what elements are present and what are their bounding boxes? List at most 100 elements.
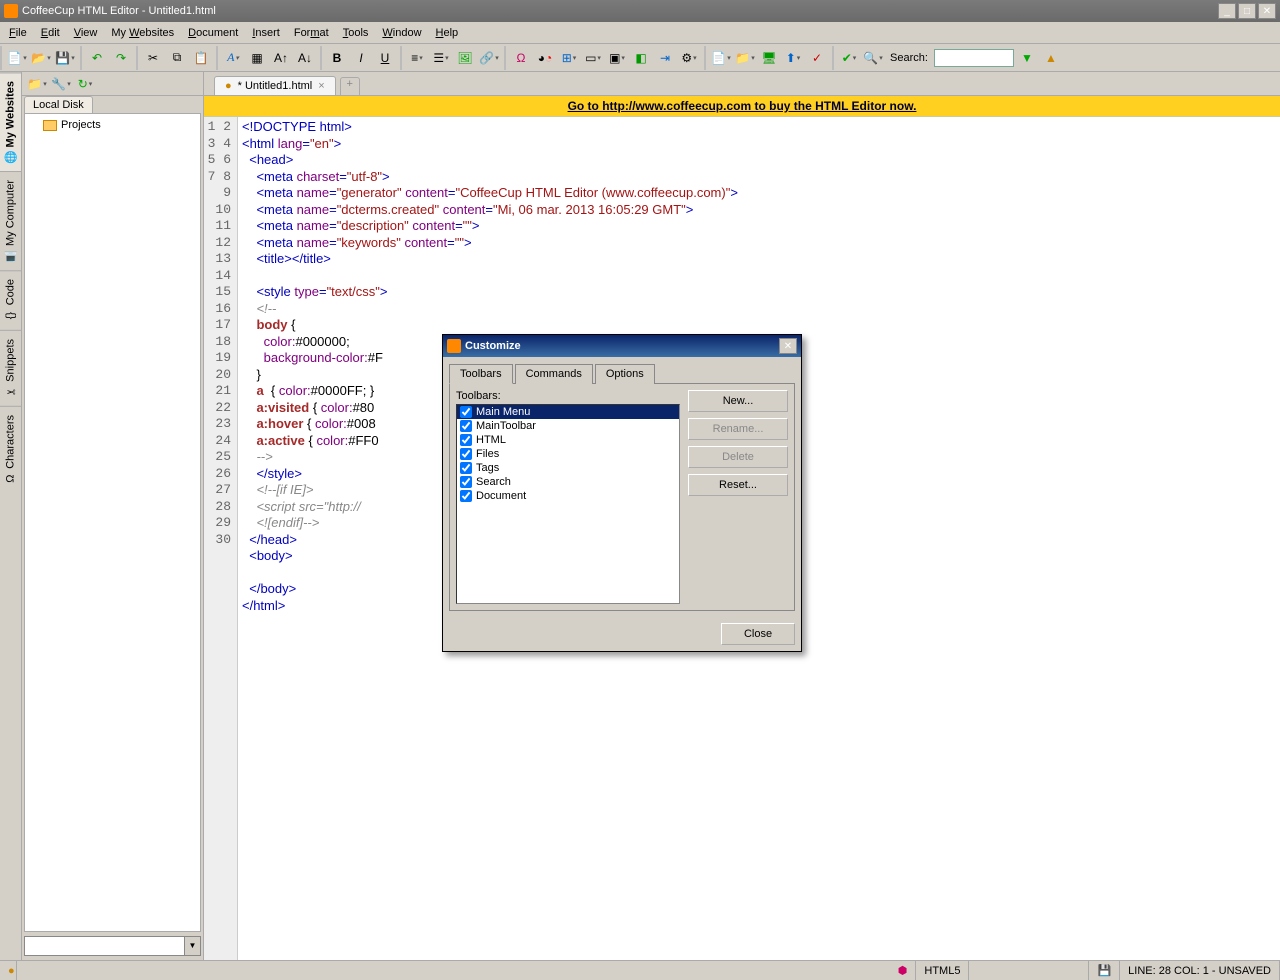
side-tab-my-computer[interactable]: 💻My Computer <box>0 171 21 270</box>
undo-button[interactable]: ↶ <box>86 47 108 69</box>
toolbar-checkbox[interactable] <box>460 462 472 474</box>
folder-icon <box>43 120 57 131</box>
trial-banner[interactable]: Go to http://www.coffeecup.com to buy th… <box>204 96 1280 117</box>
new-file-button[interactable]: 📄 <box>6 47 28 69</box>
side-tab-snippets[interactable]: ✂Snippets <box>0 330 21 406</box>
toolbar-item-html[interactable]: HTML <box>457 433 679 447</box>
close-dialog-button[interactable]: Close <box>721 623 795 645</box>
file-icon: ● <box>225 80 232 92</box>
bold-button[interactable]: B <box>326 47 348 69</box>
folder-button[interactable]: 📁 <box>734 47 756 69</box>
colorwheel-button[interactable]: ◕◔ <box>534 47 556 69</box>
menu-window[interactable]: Window <box>375 25 428 41</box>
decrease-font-button[interactable]: A↓ <box>294 47 316 69</box>
menu-tools[interactable]: Tools <box>336 25 376 41</box>
toolbar-checkbox[interactable] <box>460 448 472 460</box>
close-tab-button[interactable]: × <box>318 80 324 92</box>
symbol-button[interactable]: Ω <box>510 47 532 69</box>
cut-button[interactable]: ✂ <box>142 47 164 69</box>
panel-tab-local-disk[interactable]: Local Disk <box>24 96 93 113</box>
form-button[interactable]: ▭ <box>582 47 604 69</box>
toolbar-item-document[interactable]: Document <box>457 489 679 503</box>
redo-button[interactable]: ↷ <box>110 47 132 69</box>
status-position: LINE: 28 COL: 1 - UNSAVED <box>1120 961 1280 980</box>
settings-button[interactable]: ⚙ <box>678 47 700 69</box>
maximize-button[interactable]: □ <box>1238 3 1256 19</box>
toolbar-checkbox[interactable] <box>460 420 472 432</box>
dialog-tab-toolbars[interactable]: Toolbars <box>449 364 513 384</box>
panel-combo[interactable]: ▼ <box>24 936 201 956</box>
dialog-tab-commands[interactable]: Commands <box>515 364 593 384</box>
underline-button[interactable]: U <box>374 47 396 69</box>
side-tab-code[interactable]: {}Code <box>0 270 21 329</box>
toolbar-checkbox[interactable] <box>460 476 472 488</box>
color-button[interactable]: ▦ <box>246 47 268 69</box>
toolbar-item-files[interactable]: Files <box>457 447 679 461</box>
menu-my-websites[interactable]: My Websites <box>104 25 181 41</box>
paste-button[interactable]: 📋 <box>190 47 212 69</box>
chevron-down-icon[interactable]: ▼ <box>185 936 201 956</box>
toolbar-item-search[interactable]: Search <box>457 475 679 489</box>
menu-view[interactable]: View <box>67 25 105 41</box>
italic-button[interactable]: I <box>350 47 372 69</box>
toolbar-checkbox[interactable] <box>460 406 472 418</box>
image-button[interactable]: 🖼 <box>454 47 476 69</box>
toolbar-item-main-menu[interactable]: Main Menu <box>457 405 679 419</box>
status-doctype-icon: ⬢ <box>890 961 917 980</box>
new-tab-button[interactable]: + <box>340 77 360 95</box>
check-button[interactable]: ✔ <box>838 47 860 69</box>
rename-toolbar-button[interactable]: Rename... <box>688 418 788 440</box>
project-tree[interactable]: Projects <box>24 113 201 932</box>
panel-tool-button[interactable]: 🔧 <box>50 73 72 95</box>
browser-preview-button[interactable]: 🖥 <box>758 47 780 69</box>
menu-edit[interactable]: Edit <box>34 25 67 41</box>
menu-document[interactable]: Document <box>181 25 245 41</box>
open-file-button[interactable]: 📂 <box>30 47 52 69</box>
delete-toolbar-button[interactable]: Delete <box>688 446 788 468</box>
comment-button[interactable]: ◧ <box>630 47 652 69</box>
copy-button[interactable]: ⧉ <box>166 47 188 69</box>
list-button[interactable]: ☰ <box>430 47 452 69</box>
link-button[interactable]: 🔗 <box>478 47 500 69</box>
search-prev-button[interactable]: ▲ <box>1040 47 1062 69</box>
tree-item-projects[interactable]: Projects <box>29 118 196 132</box>
new-toolbar-button[interactable]: New... <box>688 390 788 412</box>
minimize-button[interactable]: _ <box>1218 3 1236 19</box>
file-tab[interactable]: ● * Untitled1.html × <box>214 76 336 95</box>
toolbars-listbox[interactable]: Main Menu MainToolbar HTML Files Tags Se… <box>456 404 680 604</box>
side-panel: 📁 🔧 ↻ Local Disk Projects ▼ <box>22 72 204 960</box>
save-file-button[interactable]: 💾 <box>54 47 76 69</box>
dialog-icon <box>447 339 461 353</box>
dialog-tab-options[interactable]: Options <box>595 364 655 384</box>
close-button[interactable]: ✕ <box>1258 3 1276 19</box>
toolbar-item-maintoolbar[interactable]: MainToolbar <box>457 419 679 433</box>
frame-button[interactable]: ▣ <box>606 47 628 69</box>
font-button[interactable]: A <box>222 47 244 69</box>
search-input[interactable] <box>934 49 1014 67</box>
indent-button[interactable]: ⇥ <box>654 47 676 69</box>
reset-toolbar-button[interactable]: Reset... <box>688 474 788 496</box>
preview-doc-button[interactable]: 📄 <box>710 47 732 69</box>
table-button[interactable]: ⊞ <box>558 47 580 69</box>
menu-insert[interactable]: Insert <box>245 25 287 41</box>
align-button[interactable]: ≡ <box>406 47 428 69</box>
menu-help[interactable]: Help <box>429 25 466 41</box>
status-bar: ● ⬢ HTML5 💾 LINE: 28 COL: 1 - UNSAVED <box>0 960 1280 980</box>
panel-refresh-button[interactable]: ↻ <box>74 73 96 95</box>
panel-folder-button[interactable]: 📁 <box>26 73 48 95</box>
menu-format[interactable]: Format <box>287 25 336 41</box>
side-tab-my-websites[interactable]: 🌐My Websites <box>0 72 21 171</box>
toolbar-item-tags[interactable]: Tags <box>457 461 679 475</box>
increase-font-button[interactable]: A↑ <box>270 47 292 69</box>
upload-button[interactable]: ⬆ <box>782 47 804 69</box>
search-button[interactable]: 🔍 <box>862 47 884 69</box>
menu-file[interactable]: File <box>2 25 34 41</box>
dialog-titlebar[interactable]: Customize ✕ <box>443 335 801 357</box>
toolbar-checkbox[interactable] <box>460 434 472 446</box>
validate-button[interactable]: ✓ <box>806 47 828 69</box>
side-tab-characters[interactable]: ΩCharacters <box>0 406 21 493</box>
dialog-close-button[interactable]: ✕ <box>779 338 797 354</box>
search-next-button[interactable]: ▼ <box>1016 47 1038 69</box>
toolbar-checkbox[interactable] <box>460 490 472 502</box>
search-label: Search: <box>890 52 928 64</box>
